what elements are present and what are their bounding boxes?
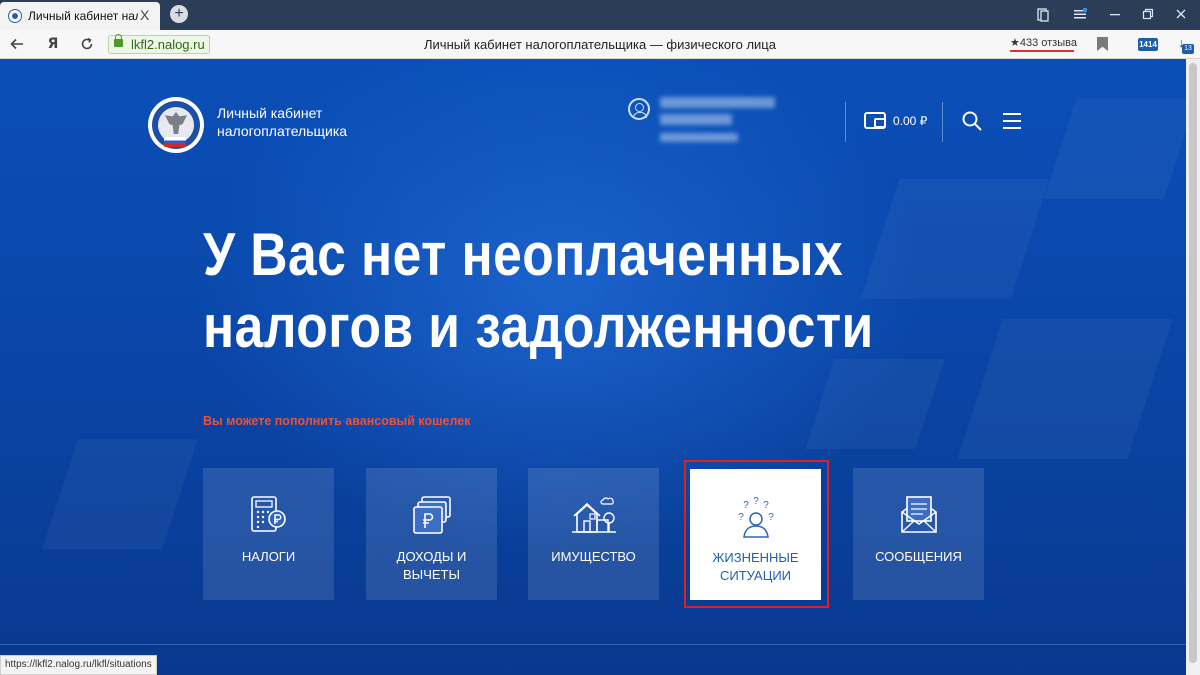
yandex-logo-icon[interactable]: Я [44,35,62,53]
tile-taxes-label: НАЛОГИ [203,548,334,566]
documents-ruble-icon [366,494,497,538]
reload-icon[interactable] [78,35,96,53]
browser-tab[interactable]: Личный кабинет налогоплательщика X [0,2,160,30]
background-shape [957,319,1173,459]
user-inn-redacted [660,133,738,142]
browser-menu-icon[interactable] [1071,6,1089,24]
lock-icon [114,34,123,47]
bookmarks-panel-icon[interactable] [1034,6,1052,24]
user-name-redacted [660,114,732,125]
logo-line-1: Личный кабинет [217,105,323,121]
tile-income-label: ДОХОДЫ И ВЫЧЕТЫ [366,548,497,584]
close-window-icon[interactable] [1172,6,1190,24]
new-tab-button[interactable]: + [170,5,188,23]
headline-line-1: У Вас нет неоплаченных [203,221,844,288]
page-scrollbar[interactable] [1186,59,1200,675]
tile-label-line: ВЫЧЕТЫ [403,567,460,582]
svg-text:?: ? [763,500,769,511]
background-shape [1043,99,1186,199]
tile-label-line: СООБЩЕНИЯ [875,549,962,564]
header-divider [845,102,846,142]
address-bar: Я lkfl2.nalog.ru Личный кабинет налогопл… [0,30,1200,59]
user-name-redacted[interactable] [660,97,775,108]
headline: У Вас нет неоплаченных налогов и задолже… [203,219,874,363]
tile-label-line: СИТУАЦИИ [719,568,792,583]
header-divider [942,102,943,142]
scrollbar-thumb[interactable] [1189,63,1197,663]
url-field[interactable]: lkfl2.nalog.ru [108,34,210,54]
wallet-balance[interactable]: 0.00 ₽ [893,114,927,128]
tile-messages-label: СООБЩЕНИЯ [853,548,984,566]
tab-close-button[interactable]: X [140,7,149,23]
tab-title: Личный кабинет налогоплательщика [28,9,138,23]
reviews-link[interactable]: ★433 отзыва [1010,36,1077,52]
house-tree-icon [528,494,659,538]
tile-income-deductions[interactable]: ДОХОДЫ И ВЫЧЕТЫ [366,468,497,600]
minimize-icon[interactable] [1106,6,1124,24]
fns-emblem-logo[interactable] [148,97,204,153]
back-arrow-icon[interactable] [8,35,26,53]
tile-taxes[interactable]: НАЛОГИ [203,468,334,600]
background-shape [42,439,198,549]
tile-life-situations[interactable]: ????? ЖИЗНЕННЫЕ СИТУАЦИИ [690,469,821,600]
person-questions-icon: ????? [690,495,821,539]
user-avatar-icon[interactable] [628,98,650,120]
url-text: lkfl2.nalog.ru [131,37,205,52]
tile-label-line: ИМУЩЕСТВО [551,549,636,564]
svg-text:?: ? [768,512,774,523]
tile-label-line: ДОХОДЫ И [396,549,467,564]
tile-life-situations-label: ЖИЗНЕННЫЕ СИТУАЦИИ [690,549,821,585]
tile-messages[interactable]: СООБЩЕНИЯ [853,468,984,600]
site-favicon-icon [8,9,22,23]
wallet-icon[interactable] [864,112,886,129]
tile-property-label: ИМУЩЕСТВО [528,548,659,566]
calculator-ruble-icon [203,494,334,538]
background-shape [805,359,945,449]
bookmark-icon[interactable] [1097,37,1108,51]
envelope-letter-icon [853,494,984,538]
search-icon[interactable] [962,111,982,131]
svg-text:?: ? [738,512,744,523]
extension-badge[interactable]: 1414 [1138,38,1158,51]
status-bar-url: https://lkfl2.nalog.ru/lkfl/situations [0,655,157,675]
svg-text:?: ? [753,496,759,507]
logo-line-2: налогоплательщика [217,123,348,139]
page-content: Личный кабинет налогоплательщика 0.00 ₽ … [0,59,1186,675]
headline-line-2: налогов и задолженности [203,293,874,360]
hamburger-menu-icon[interactable] [1003,113,1021,129]
tile-label-line: НАЛОГИ [241,549,296,564]
download-count-badge: 13 [1182,44,1194,54]
logo-text[interactable]: Личный кабинет налогоплательщика [217,104,347,140]
restore-icon[interactable] [1139,6,1157,24]
wallet-topup-link[interactable]: Вы можете пополнить авансовый кошелек [203,414,470,428]
tile-label-line: ЖИЗНЕННЫЕ [712,550,799,565]
background-shape [860,179,1050,299]
svg-text:?: ? [743,500,749,511]
browser-tab-bar: Личный кабинет налогоплательщика X + [0,0,1200,30]
tile-property[interactable]: ИМУЩЕСТВО [528,468,659,600]
section-divider [0,644,1186,645]
